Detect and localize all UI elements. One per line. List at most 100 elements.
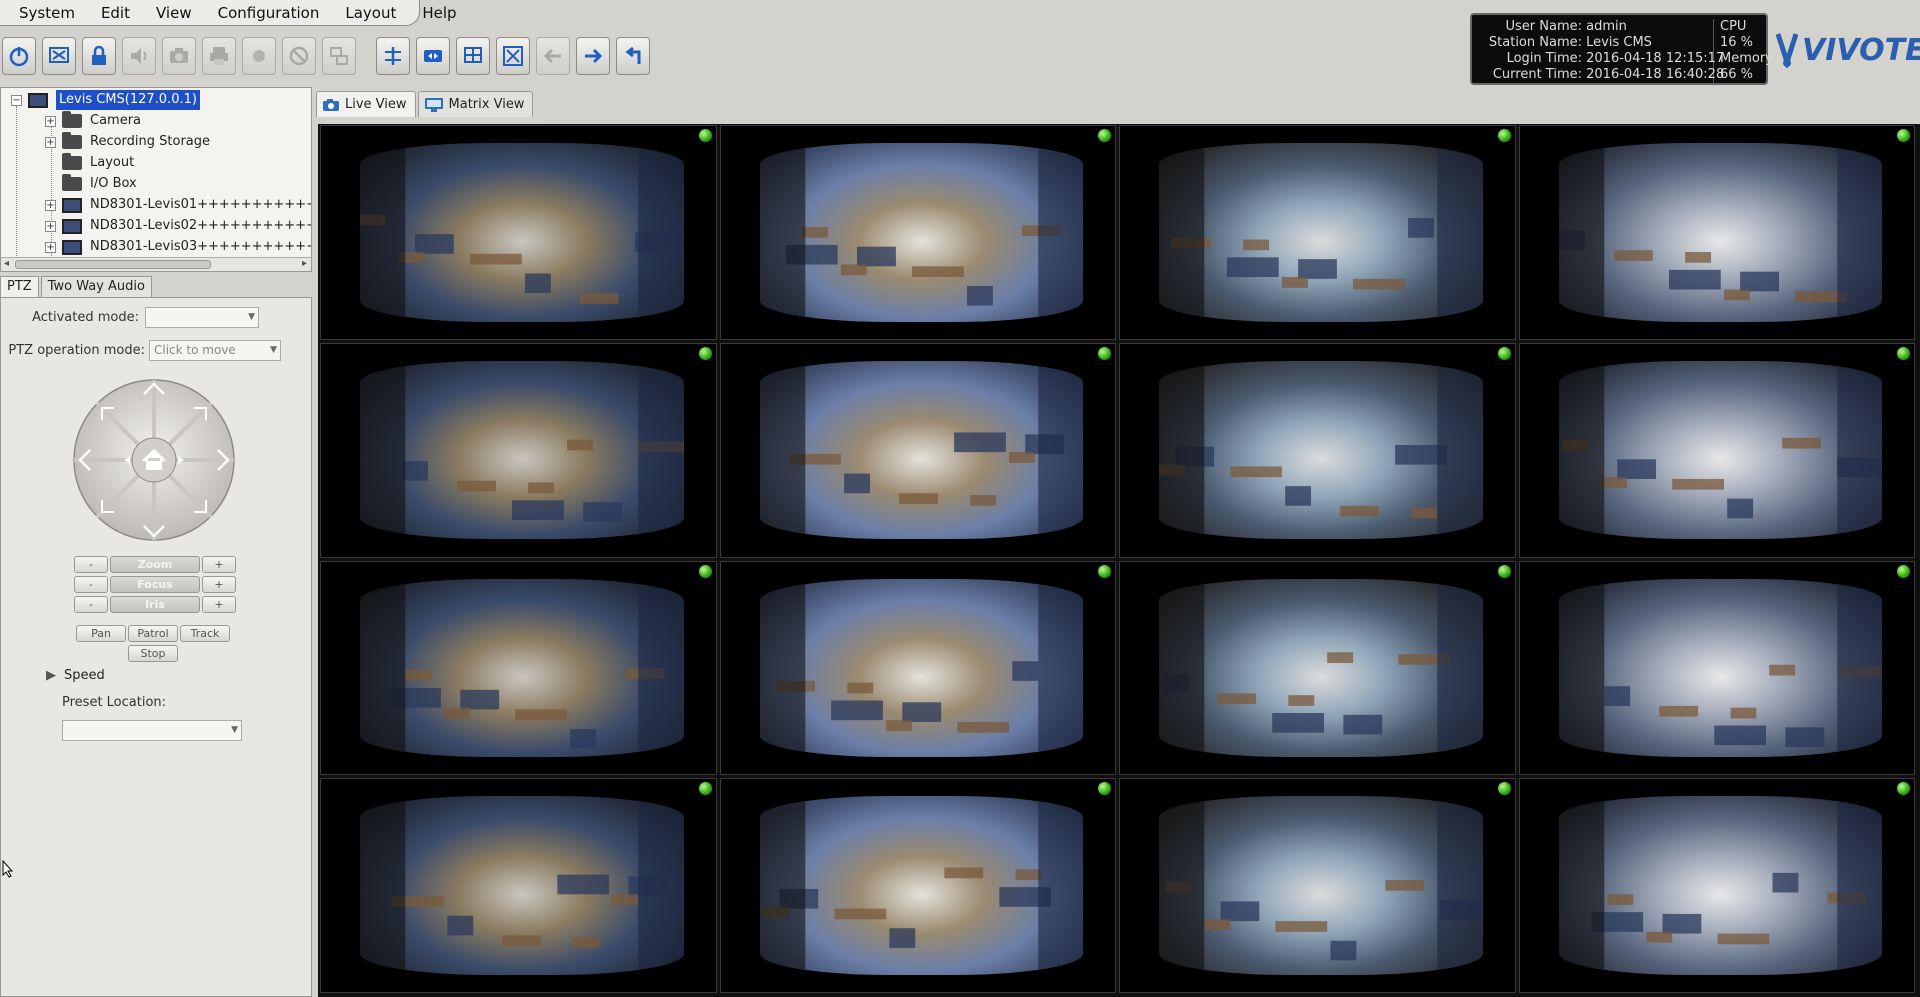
disconnect-button[interactable] xyxy=(42,37,76,75)
menu-help[interactable]: Help xyxy=(409,2,469,24)
zoom-in-button[interactable]: + xyxy=(202,556,236,573)
ptz-direction-pad[interactable] xyxy=(72,376,242,542)
video-feed[interactable] xyxy=(360,143,684,322)
tab-live-view[interactable]: Live View xyxy=(316,91,416,117)
tab-two-way-audio[interactable]: Two Way Audio xyxy=(40,276,152,298)
tree-item[interactable]: + ND8301-Levis02+++++++++++++++ xyxy=(45,216,311,236)
camera-tile[interactable] xyxy=(1518,560,1915,776)
tab-matrix-view[interactable]: Matrix View xyxy=(417,91,534,117)
video-feed[interactable] xyxy=(360,578,684,758)
scroll-right-icon[interactable]: ▸ xyxy=(302,258,307,269)
camera-tile[interactable] xyxy=(719,342,1116,558)
grid-layout-button[interactable] xyxy=(456,37,490,75)
camera-tile[interactable] xyxy=(320,560,717,776)
camera-tile[interactable] xyxy=(1119,560,1516,776)
video-feed[interactable] xyxy=(759,360,1084,540)
camera-tile[interactable] xyxy=(719,125,1116,340)
no-entry-button[interactable] xyxy=(282,37,316,75)
tree-item[interactable]: Layout xyxy=(45,153,134,173)
tab-live-view-label: Live View xyxy=(345,96,407,112)
device-tree[interactable]: − Levis CMS(127.0.0.1) + Camera + Recording… xyxy=(0,87,312,272)
connection-status-icon xyxy=(1497,564,1511,578)
video-feed[interactable] xyxy=(360,360,684,540)
camera-tile[interactable] xyxy=(1119,342,1516,558)
scrollbar-thumb[interactable] xyxy=(15,260,211,269)
expand-icon[interactable]: + xyxy=(45,220,56,232)
video-feed[interactable] xyxy=(759,143,1084,322)
camera-tile[interactable] xyxy=(1518,778,1915,993)
focus-near-button[interactable]: - xyxy=(74,576,108,593)
camera-tile[interactable] xyxy=(320,342,717,558)
expand-icon[interactable]: + xyxy=(45,199,56,211)
store-scene-image xyxy=(1558,578,1883,758)
stop-button[interactable]: Stop xyxy=(128,645,178,662)
tree-item[interactable]: + Camera xyxy=(45,111,141,131)
camera-tile[interactable] xyxy=(320,125,717,340)
tree-item[interactable]: + Recording Storage xyxy=(45,132,210,152)
video-feed[interactable] xyxy=(759,578,1084,758)
ptz-operation-mode-select[interactable]: Click to move ▼ xyxy=(149,340,281,361)
back-arrow-button[interactable] xyxy=(536,37,570,75)
power-button[interactable] xyxy=(2,37,36,75)
preset-location-select[interactable]: ▼ xyxy=(62,720,242,741)
video-feed[interactable] xyxy=(1558,143,1883,322)
menu-configuration[interactable]: Configuration xyxy=(205,2,333,24)
video-feed[interactable] xyxy=(1558,360,1883,540)
record-button[interactable] xyxy=(242,37,276,75)
expand-triangle-icon[interactable]: ▶ xyxy=(46,668,56,683)
video-feed[interactable] xyxy=(1159,360,1483,540)
scroll-left-icon[interactable]: ◂ xyxy=(4,258,9,269)
video-feed[interactable] xyxy=(1159,796,1483,975)
video-feed[interactable] xyxy=(1159,578,1483,758)
camera-tile[interactable] xyxy=(1119,778,1516,993)
ptz-operation-mode-label: PTZ operation mode: xyxy=(8,343,145,358)
collapse-icon[interactable]: − xyxy=(11,94,22,106)
menu-system[interactable]: System xyxy=(6,2,88,24)
tree-horizontal-scrollbar[interactable]: ◂ ▸ xyxy=(1,257,311,271)
video-feed[interactable] xyxy=(759,796,1084,975)
expand-icon[interactable]: + xyxy=(45,136,56,148)
forward-arrow-button[interactable] xyxy=(576,37,610,75)
folder-icon xyxy=(62,111,82,128)
layout-split-button[interactable] xyxy=(376,37,410,75)
speaker-button[interactable] xyxy=(122,37,156,75)
patrol-button[interactable]: Patrol xyxy=(128,625,178,642)
tab-ptz[interactable]: PTZ xyxy=(0,276,39,298)
camera-tile[interactable] xyxy=(719,560,1116,776)
track-button[interactable]: Track xyxy=(180,625,230,642)
patrol-button[interactable] xyxy=(416,37,450,75)
camera-tile[interactable] xyxy=(1518,342,1915,558)
tree-root[interactable]: − Levis CMS(127.0.0.1) xyxy=(11,90,200,110)
camera-tile[interactable] xyxy=(1119,125,1516,340)
menu-edit[interactable]: Edit xyxy=(88,2,143,24)
expand-icon[interactable]: + xyxy=(45,241,56,253)
lock-button[interactable] xyxy=(82,37,116,75)
tree-item[interactable]: I/O Box xyxy=(45,174,137,194)
zoom-out-button[interactable]: - xyxy=(74,556,108,573)
camera-snapshot-button[interactable] xyxy=(162,37,196,75)
activated-mode-select[interactable]: ▼ xyxy=(145,307,259,328)
tree-item[interactable]: + ND8301-Levis01+++++++++++++++ xyxy=(45,195,311,215)
iris-open-button[interactable]: + xyxy=(202,596,236,613)
menu-layout[interactable]: Layout xyxy=(332,2,409,24)
pan-button[interactable]: Pan xyxy=(76,625,126,642)
fullscreen-button[interactable] xyxy=(496,37,530,75)
iris-close-button[interactable]: - xyxy=(74,596,108,613)
printer-button[interactable] xyxy=(202,37,236,75)
return-button[interactable] xyxy=(616,37,650,75)
store-scene-image xyxy=(1159,360,1483,540)
video-feed[interactable] xyxy=(1159,143,1483,322)
menu-view[interactable]: View xyxy=(143,2,205,24)
camera-tile[interactable] xyxy=(320,778,717,993)
video-feed[interactable] xyxy=(1558,796,1883,975)
video-feed[interactable] xyxy=(360,796,684,975)
camera-tile[interactable] xyxy=(1518,125,1915,340)
video-feed[interactable] xyxy=(1558,578,1883,758)
camera-tile[interactable] xyxy=(719,778,1116,993)
record-icon xyxy=(253,50,265,62)
focus-far-button[interactable]: + xyxy=(202,576,236,593)
speed-section[interactable]: ▶ Speed xyxy=(46,668,105,683)
expand-icon[interactable]: + xyxy=(45,115,56,127)
tree-item[interactable]: + ND8301-Levis03++++++++++++++( xyxy=(45,237,311,257)
swap-button[interactable] xyxy=(322,37,356,75)
